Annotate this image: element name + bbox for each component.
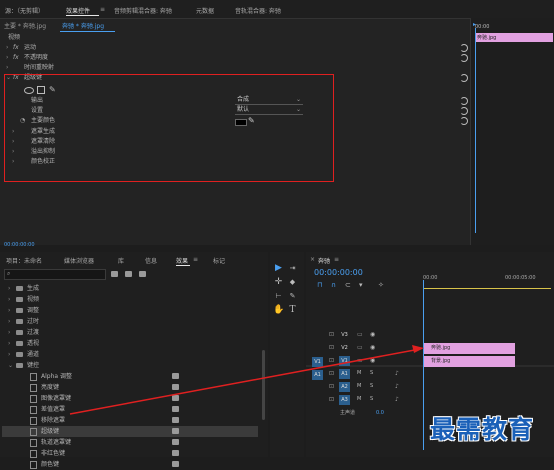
tree-item-label: 颜色键 [41,461,60,468]
annotation-arrow [69,345,424,415]
watermark: 最需教育 [430,415,535,444]
effect-icon [30,460,37,469]
accelerated-badge-icon [172,461,179,467]
effects-item-row[interactable]: 颜色键 [22,459,258,470]
